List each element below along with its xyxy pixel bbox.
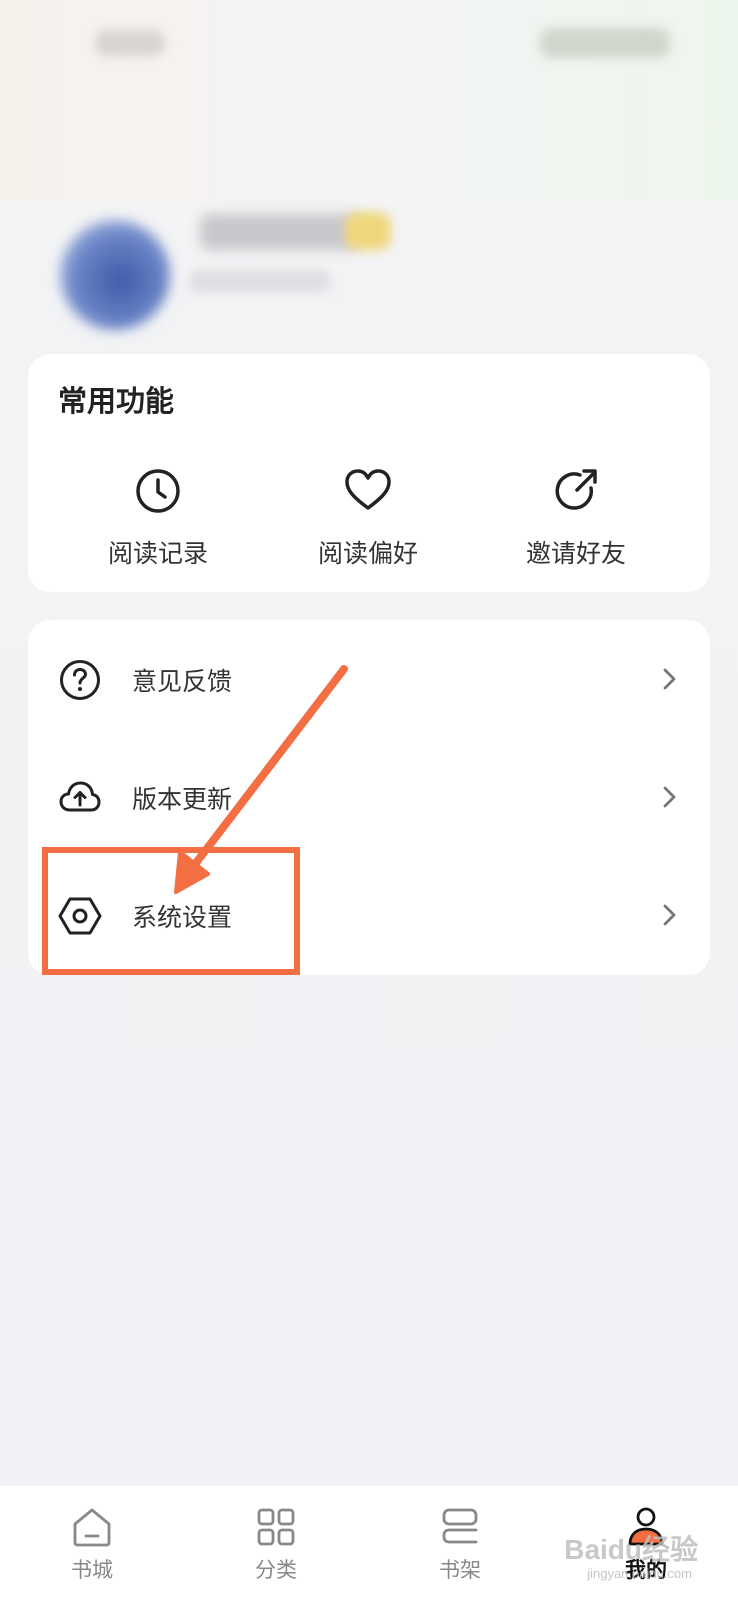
feature-reading-preference[interactable]: 阅读偏好 xyxy=(278,466,458,576)
feature-label: 邀请好友 xyxy=(525,539,626,568)
chevron-right-icon xyxy=(663,786,676,808)
annotation-highlight-box xyxy=(42,847,300,975)
chevron-right-icon xyxy=(663,904,676,926)
chevron-right-icon xyxy=(663,668,676,690)
grid-icon xyxy=(257,1508,295,1546)
menu-item-feedback[interactable]: 意见反馈 xyxy=(28,620,710,738)
home-icon xyxy=(73,1508,111,1547)
menu-item-label: 意见反馈 xyxy=(132,667,233,696)
feature-invite-friends[interactable]: 邀请好友 xyxy=(486,466,666,576)
cloud-upload-icon xyxy=(59,781,101,812)
tab-label: 书架 xyxy=(439,1558,481,1582)
baidu-watermark: Baidu经验 xyxy=(564,1534,698,1565)
user-profile[interactable] xyxy=(40,200,460,330)
common-functions-title: 常用功能 xyxy=(58,384,175,418)
vip-badge-blurred xyxy=(345,212,391,250)
share-icon xyxy=(555,469,597,510)
header-right-blur xyxy=(540,28,670,58)
tab-label: 书城 xyxy=(71,1558,113,1582)
header-left-blur xyxy=(95,30,165,56)
heart-icon xyxy=(345,469,391,510)
tab-bookstore[interactable]: 书城 xyxy=(42,1504,142,1584)
clock-icon xyxy=(136,469,180,513)
common-functions-card: 常用功能 阅读记录 阅读偏好 邀请好友 xyxy=(28,354,710,592)
tab-bookshelf[interactable]: 书架 xyxy=(410,1504,510,1584)
username-blurred xyxy=(200,214,360,250)
tab-label: 分类 xyxy=(255,1558,297,1582)
avatar[interactable] xyxy=(60,220,170,330)
user-subtitle-blurred xyxy=(190,270,330,292)
question-icon xyxy=(60,660,100,700)
baidu-watermark-url: jingyan.baidu.com xyxy=(587,1566,692,1581)
tab-category[interactable]: 分类 xyxy=(226,1504,326,1584)
feature-label: 阅读偏好 xyxy=(317,539,418,568)
menu-item-label: 版本更新 xyxy=(132,785,233,814)
shelf-icon xyxy=(442,1508,478,1544)
top-header-blurred xyxy=(0,0,738,200)
feature-reading-history[interactable]: 阅读记录 xyxy=(68,466,248,576)
menu-item-version-update[interactable]: 版本更新 xyxy=(28,738,710,856)
feature-label: 阅读记录 xyxy=(107,539,208,568)
